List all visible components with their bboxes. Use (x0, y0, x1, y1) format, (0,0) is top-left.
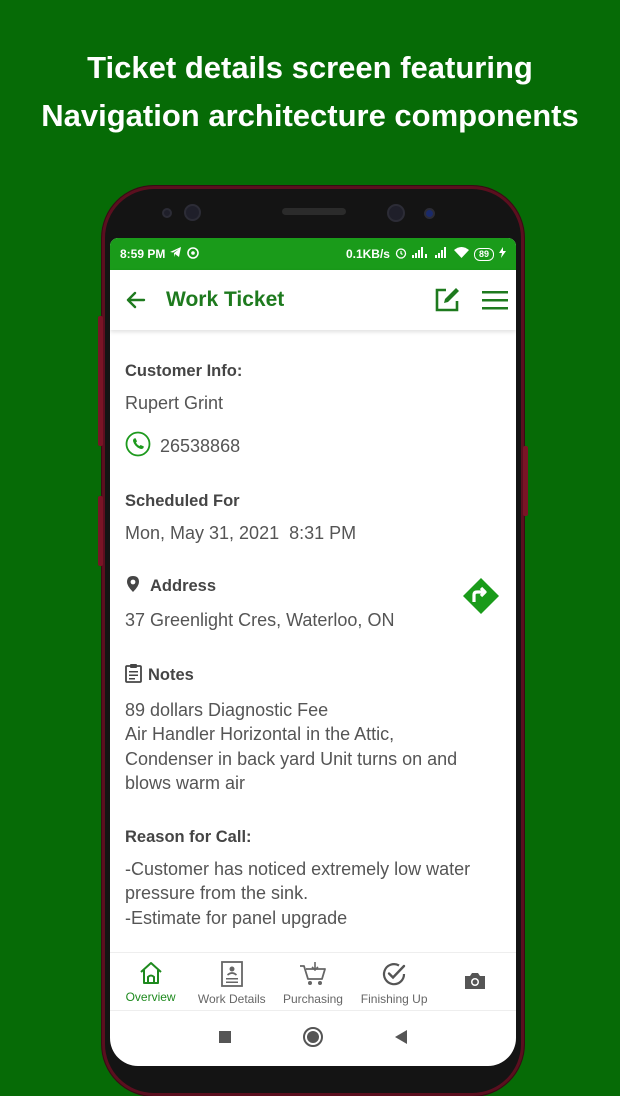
phone-side-button (98, 496, 103, 566)
address-value: 37 Greenlight Cres, Waterloo, ON (125, 610, 395, 630)
nav-tab-camera[interactable] (435, 953, 515, 994)
scheduled-time: 8:31 PM (289, 522, 357, 543)
signal-icon (411, 247, 430, 261)
notes-header: Notes (125, 663, 498, 688)
notes-line: blows warm air (125, 773, 246, 793)
wifi-icon (453, 247, 469, 261)
promo-headline: Ticket details screen featuring Navigati… (0, 44, 620, 140)
phone-side-button (523, 446, 528, 516)
nav-tab-label: Overview (125, 990, 176, 1004)
sensor (424, 208, 435, 219)
cart-icon (299, 961, 327, 990)
page-title: Work Ticket (166, 288, 285, 311)
customer-name: Rupert Grint (125, 393, 224, 413)
app-bar: Work Ticket (110, 270, 516, 330)
battery-indicator: 89 (473, 247, 494, 261)
reason-line: pressure from the sink. (125, 883, 309, 903)
reason-for-call-label: Reason for Call: (125, 827, 252, 846)
bottom-navigation: Overview Work Details Purchasing Finishi… (110, 952, 516, 1011)
phone-frame: 8:59 PM 0.1KB/s 89 Work Ticket Customer … (98, 186, 528, 1096)
system-navigation-bar (110, 1010, 516, 1066)
signal-icon (434, 247, 449, 261)
home-icon (138, 961, 164, 988)
front-camera (184, 204, 201, 221)
front-camera (387, 204, 405, 222)
reason-line: -Estimate for panel upgrade (125, 907, 348, 928)
promo-headline-line1: Ticket details screen featuring (87, 50, 533, 85)
location-pin-icon (125, 575, 141, 598)
menu-icon[interactable] (482, 289, 508, 311)
notes-line: Condenser in back yard Unit turns on and (125, 748, 458, 769)
notes-line: 89 dollars Diagnostic Fee (125, 699, 329, 720)
back-arrow-icon[interactable] (124, 288, 148, 312)
scheduled-date: Mon, May 31, 2021 (125, 522, 280, 543)
nav-tab-label: Work Details (197, 992, 266, 1006)
nav-tab-overview[interactable]: Overview (111, 953, 191, 1004)
charging-icon (499, 247, 506, 261)
nav-tab-finishing-up[interactable]: Finishing Up (354, 953, 434, 1006)
document-icon (220, 961, 244, 990)
promo-headline-line2: Navigation architecture components (41, 98, 579, 133)
telegram-icon (170, 247, 182, 261)
notes-body: 89 dollars Diagnostic Fee Air Handler Ho… (125, 698, 498, 796)
address-header: Address (125, 575, 498, 598)
notes-label: Notes (148, 665, 194, 684)
check-circle-icon (381, 961, 407, 990)
reason-line: -Customer has noticed extremely low wate… (125, 858, 471, 879)
sensor (162, 208, 172, 218)
home-button[interactable] (302, 1026, 324, 1053)
scheduled-datetime: Mon, May 31, 2021 8:31 PM (125, 521, 498, 546)
customer-info-label: Customer Info: (125, 362, 243, 380)
nav-tab-work-details[interactable]: Work Details (192, 953, 272, 1006)
directions-icon[interactable] (462, 577, 500, 620)
clipboard-icon (125, 663, 142, 688)
nav-tab-label: Purchasing (282, 992, 343, 1006)
earpiece-speaker (282, 208, 346, 215)
nav-tab-label: Finishing Up (360, 992, 428, 1006)
edit-icon[interactable] (432, 285, 462, 315)
alarm-icon (395, 247, 407, 262)
vpn-icon (187, 246, 200, 262)
scheduled-for-label: Scheduled For (125, 491, 240, 510)
ticket-content: Customer Info: Rupert Grint 26538868 Sch… (110, 362, 516, 930)
network-speed: 0.1KB/s (345, 247, 390, 261)
recents-button[interactable] (218, 1030, 232, 1049)
address-section: Address 37 Greenlight Cres, Waterloo, ON (125, 575, 500, 633)
camera-icon (463, 971, 487, 994)
status-time: 8:59 PM (120, 247, 166, 261)
phone-icon[interactable] (125, 431, 151, 462)
status-bar: 8:59 PM 0.1KB/s 89 (110, 238, 516, 270)
nav-tab-purchasing[interactable]: Purchasing (273, 953, 353, 1006)
back-button[interactable] (394, 1029, 408, 1050)
phone-screen: 8:59 PM 0.1KB/s 89 Work Ticket Customer … (110, 238, 516, 1066)
reason-body: -Customer has noticed extremely low wate… (125, 857, 498, 931)
customer-phone: 26538868 (160, 435, 241, 456)
address-label: Address (150, 577, 217, 595)
customer-phone-row[interactable]: 26538868 (125, 431, 498, 462)
notes-line: Air Handler Horizontal in the Attic, (125, 724, 395, 744)
phone-side-button (98, 316, 103, 446)
